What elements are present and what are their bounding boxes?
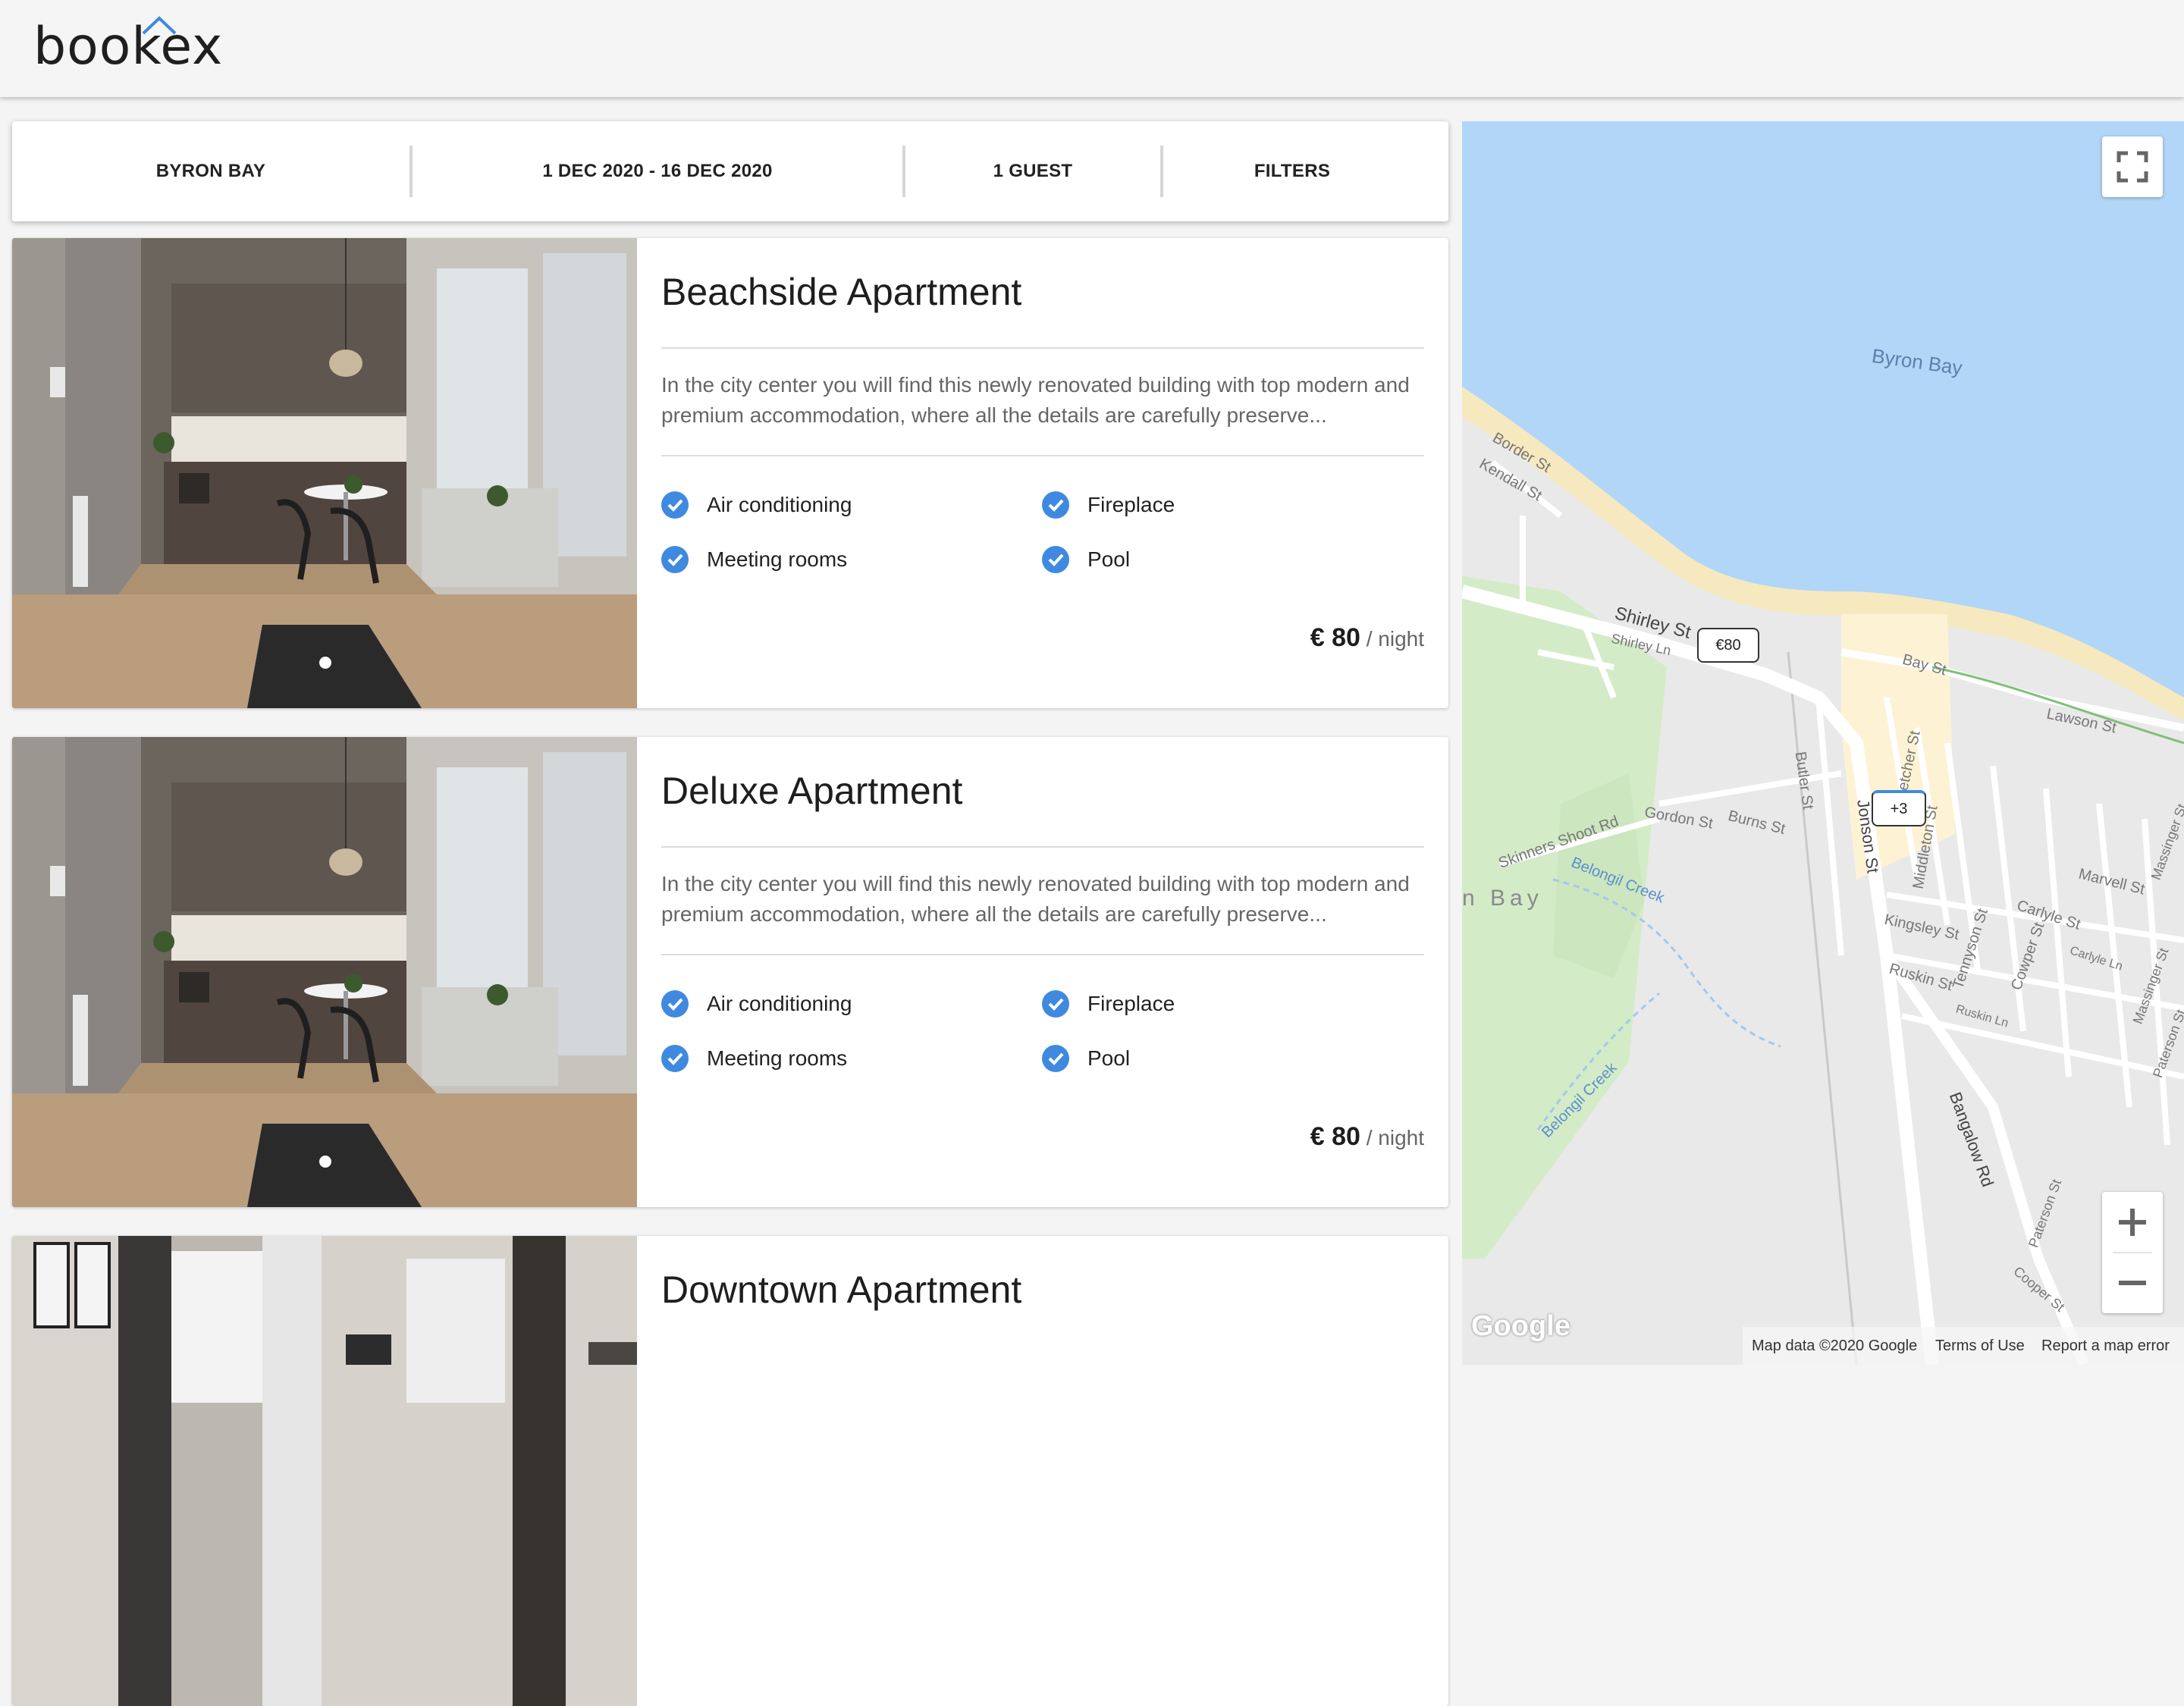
- listing-details: Deluxe Apartment In the city center you …: [661, 737, 1424, 1207]
- check-icon: [661, 491, 689, 519]
- zoom-control: [2102, 1192, 2163, 1313]
- price-unit: / night: [1366, 627, 1424, 651]
- report-error-link[interactable]: Report a map error: [2041, 1338, 2170, 1355]
- amenity-item: Pool: [1042, 1045, 1130, 1072]
- minus-icon: [2119, 1281, 2146, 1285]
- zoom-in-button[interactable]: [2102, 1192, 2163, 1253]
- amenity-label: Fireplace: [1087, 493, 1175, 516]
- map-canvas: [1462, 121, 2184, 1365]
- listing-title[interactable]: Downtown Apartment: [661, 1268, 1021, 1312]
- amenity-item: Meeting rooms: [661, 546, 847, 573]
- amenity-label: Pool: [1087, 1046, 1131, 1070]
- check-icon: [1042, 1045, 1069, 1072]
- terms-link[interactable]: Terms of Use: [1935, 1338, 2025, 1355]
- guests-filter[interactable]: 1 GUEST: [905, 121, 1160, 221]
- area-label: n Bay: [1462, 886, 1543, 911]
- search-bar: BYRON BAY 1 DEC 2020 - 16 DEC 2020 1 GUE…: [12, 121, 1448, 221]
- apartment-photo: [12, 1236, 637, 1706]
- bookex-logo[interactable]: bookex: [33, 16, 224, 77]
- listing-price: € 80 / night: [1310, 623, 1424, 653]
- divider: [661, 846, 1424, 848]
- price-unit: / night: [1366, 1126, 1424, 1149]
- google-logo[interactable]: Google: [1471, 1310, 1571, 1343]
- fullscreen-icon: [2117, 151, 2148, 183]
- amenity-item: Meeting rooms: [661, 1045, 847, 1072]
- location-filter[interactable]: BYRON BAY: [12, 121, 410, 221]
- check-icon: [1042, 491, 1069, 519]
- listing-title[interactable]: Deluxe Apartment: [661, 769, 962, 813]
- listing-photo[interactable]: [12, 737, 637, 1207]
- carousel-dot[interactable]: [319, 1156, 331, 1168]
- amenity-label: Meeting rooms: [707, 547, 848, 571]
- amenity-label: Air conditioning: [707, 493, 852, 516]
- divider: [661, 954, 1424, 955]
- app-header: bookex: [0, 0, 2184, 97]
- check-icon: [661, 1045, 689, 1072]
- amenity-item: Fireplace: [1042, 990, 1175, 1018]
- amenity-item: Air conditioning: [661, 491, 852, 519]
- price-value: € 80: [1310, 623, 1360, 652]
- map-attribution: Map data ©2020 Google: [1752, 1338, 1918, 1354]
- cluster-marker[interactable]: +3: [1872, 790, 1926, 826]
- carousel-dot[interactable]: [319, 657, 331, 669]
- listing-details: Downtown Apartment: [661, 1236, 1424, 1706]
- divider: [661, 455, 1424, 456]
- listing-details: Beachside Apartment In the city center y…: [661, 238, 1424, 708]
- check-icon: [1042, 546, 1069, 573]
- listing-description: In the city center you will find this ne…: [661, 373, 1410, 427]
- check-icon: [1042, 990, 1069, 1018]
- amenity-item: Air conditioning: [661, 990, 852, 1018]
- amenity-item: Fireplace: [1042, 491, 1175, 519]
- listing-card[interactable]: Beachside Apartment In the city center y…: [12, 238, 1448, 708]
- listing-photo[interactable]: [12, 1236, 637, 1706]
- listing-card[interactable]: Downtown Apartment: [12, 1236, 1448, 1706]
- listing-title[interactable]: Beachside Apartment: [661, 270, 1021, 314]
- map-panel[interactable]: Byron Bay n Bay Border St Kendall St Shi…: [1462, 121, 2184, 1365]
- price-value: € 80: [1310, 1122, 1360, 1151]
- check-icon: [661, 990, 689, 1018]
- fullscreen-button[interactable]: [2102, 136, 2163, 197]
- amenity-item: Pool: [1042, 546, 1130, 573]
- divider: [661, 347, 1424, 349]
- price-marker[interactable]: €80: [1697, 628, 1759, 663]
- listing-price: € 80 / night: [1310, 1122, 1424, 1152]
- plus-icon: [2119, 1209, 2146, 1236]
- date-range-filter[interactable]: 1 DEC 2020 - 16 DEC 2020: [413, 121, 902, 221]
- amenity-label: Fireplace: [1087, 992, 1175, 1015]
- filters-button[interactable]: FILTERS: [1163, 121, 1421, 221]
- amenity-label: Meeting rooms: [707, 1046, 848, 1070]
- apartment-photo: [12, 238, 637, 708]
- listing-card[interactable]: Deluxe Apartment In the city center you …: [12, 737, 1448, 1207]
- check-icon: [661, 546, 689, 573]
- roof-icon: [142, 16, 177, 35]
- logo-text: bookex: [33, 17, 224, 77]
- zoom-out-button[interactable]: [2102, 1253, 2163, 1313]
- listing-photo[interactable]: [12, 238, 637, 708]
- amenity-label: Pool: [1087, 547, 1131, 571]
- listing-description: In the city center you will find this ne…: [661, 872, 1410, 926]
- amenity-label: Air conditioning: [707, 992, 852, 1015]
- apartment-photo: [12, 737, 637, 1207]
